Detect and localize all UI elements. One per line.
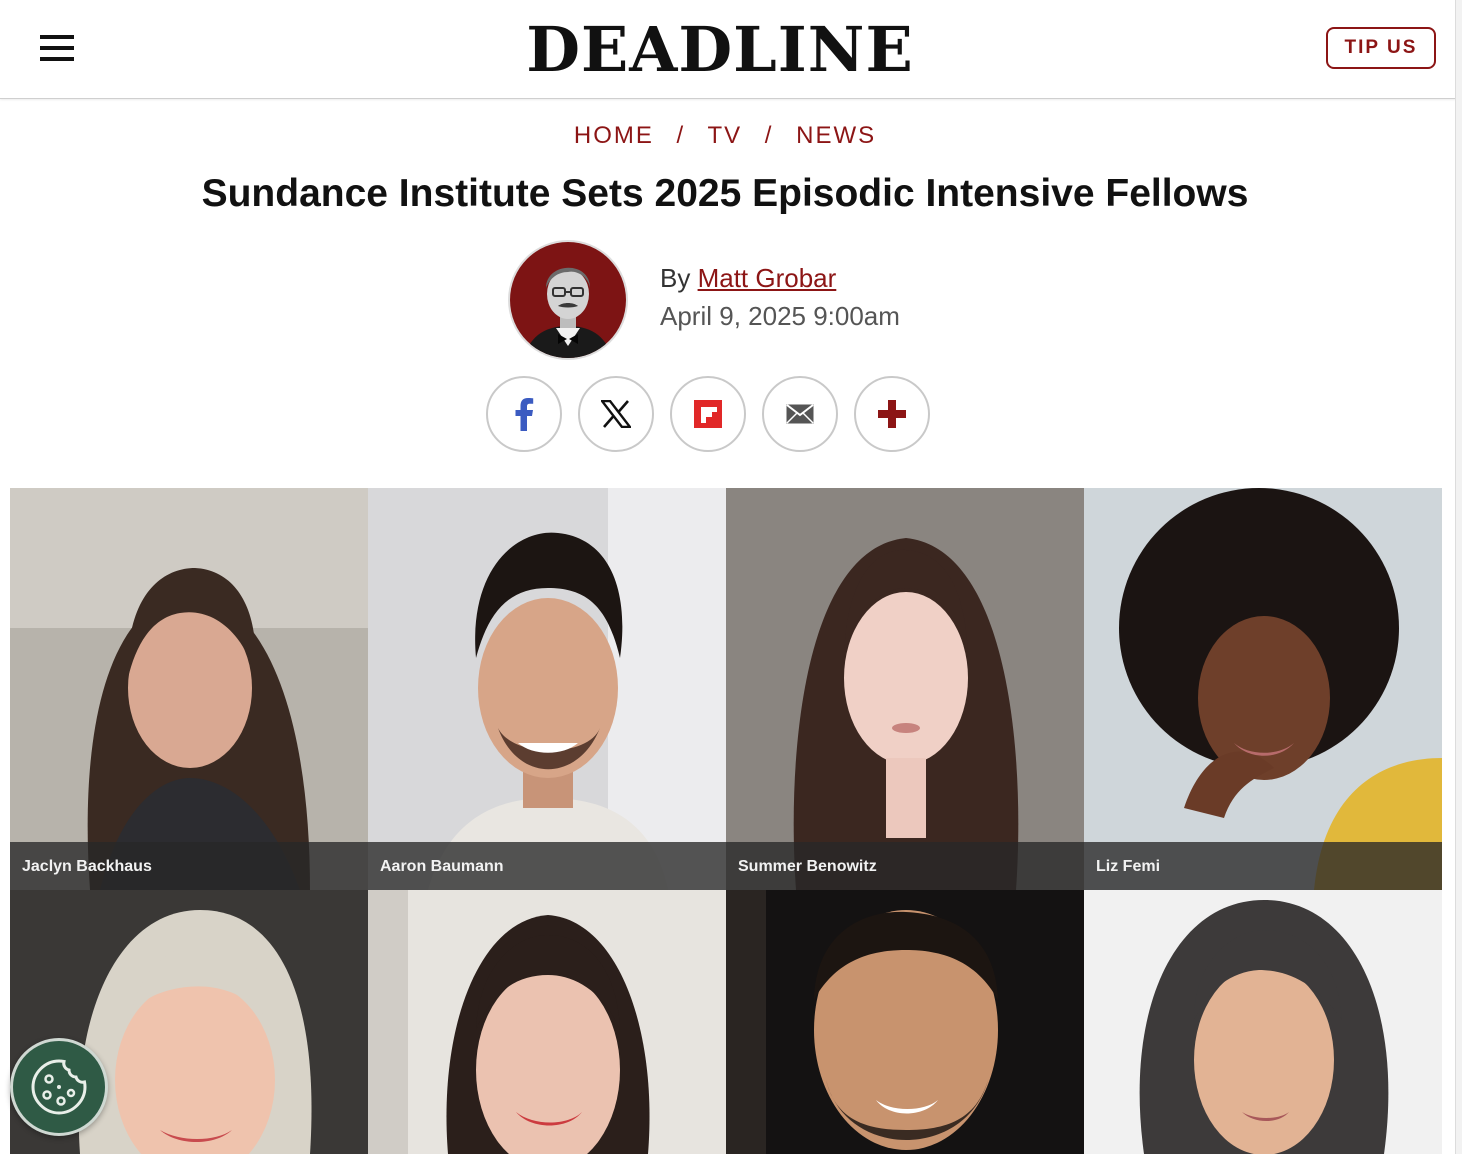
facebook-icon — [515, 398, 534, 431]
byline: By Matt Grobar — [660, 263, 836, 294]
portrait-image — [1084, 488, 1442, 890]
share-x-button[interactable] — [578, 376, 654, 452]
portrait-image — [726, 488, 1084, 890]
author-avatar[interactable] — [508, 240, 628, 360]
plus-icon — [878, 400, 906, 428]
photo-tile: Jaclyn Backhaus — [10, 488, 368, 890]
photo-caption: Aaron Baumann — [380, 858, 504, 875]
breadcrumb-separator: / — [676, 122, 686, 149]
photo-caption: Liz Femi — [1096, 858, 1161, 875]
share-email-button[interactable] — [762, 376, 838, 452]
photo-tile — [726, 890, 1084, 1154]
cookie-icon — [31, 1059, 87, 1115]
hero-image: Jaclyn Backhaus Aaron Baumann Summer Ben… — [10, 488, 1442, 1154]
photo-tile — [1084, 890, 1442, 1154]
share-more-button[interactable] — [854, 376, 930, 452]
photo-caption: Summer Benowitz — [738, 858, 877, 875]
photo-tile: Aaron Baumann — [368, 488, 726, 890]
cookie-settings-button[interactable] — [10, 1038, 108, 1136]
portrait-image — [368, 488, 726, 890]
breadcrumb-news[interactable]: NEWS — [796, 122, 876, 149]
byline-prefix: By — [660, 263, 691, 293]
tip-us-button[interactable]: TIP US — [1326, 27, 1436, 69]
share-facebook-button[interactable] — [486, 376, 562, 452]
portrait-image — [1084, 890, 1442, 1154]
breadcrumb: HOME / TV / NEWS — [0, 122, 1450, 150]
page: DEADLINE TIP US HOME / TV / NEWS Sundanc… — [0, 0, 1462, 1154]
scrollbar[interactable] — [1455, 0, 1462, 1154]
breadcrumb-home[interactable]: HOME — [574, 122, 654, 149]
portrait-image — [10, 488, 368, 890]
photo-tile: Liz Femi — [1084, 488, 1442, 890]
site-logo[interactable]: DEADLINE — [0, 12, 1440, 88]
share-flipboard-button[interactable] — [670, 376, 746, 452]
portrait-image — [368, 890, 726, 1154]
photo-tile — [368, 890, 726, 1154]
portrait-image — [726, 890, 1084, 1154]
publish-date: April 9, 2025 9:00am — [660, 301, 900, 331]
share-bar — [486, 376, 930, 452]
photo-caption: Jaclyn Backhaus — [22, 858, 152, 875]
site-header: DEADLINE TIP US — [0, 0, 1456, 99]
author-link[interactable]: Matt Grobar — [698, 263, 837, 293]
x-icon — [601, 400, 631, 428]
email-icon — [786, 404, 814, 424]
breadcrumb-tv[interactable]: TV — [707, 122, 742, 149]
breadcrumb-separator: / — [764, 122, 774, 149]
flipboard-icon — [694, 400, 722, 428]
article-title: Sundance Institute Sets 2025 Episodic In… — [201, 172, 1249, 215]
photo-tile: Summer Benowitz — [726, 488, 1084, 890]
